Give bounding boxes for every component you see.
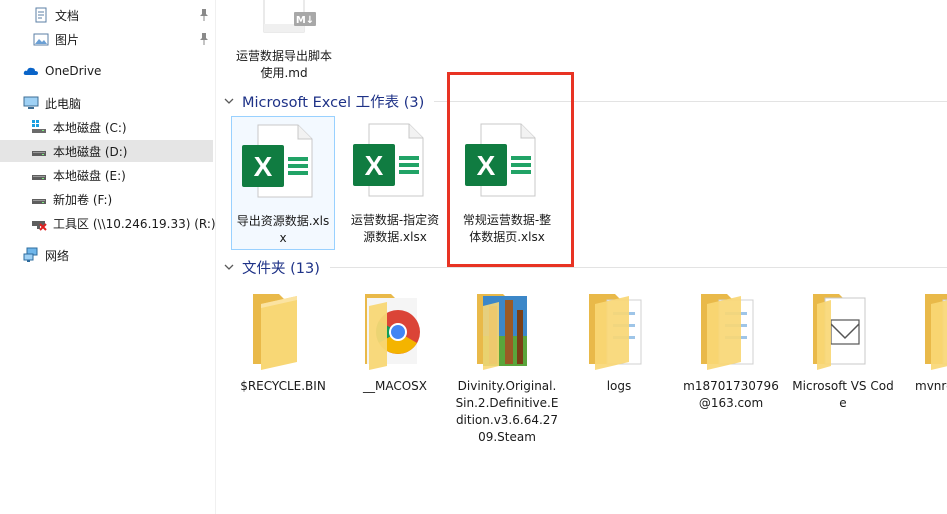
folder-icon (253, 294, 297, 370)
excel-file-icon: X (242, 124, 313, 198)
folder-item[interactable]: mvnre (903, 284, 947, 454)
drive-icon (32, 175, 46, 180)
folder-name: __MACOSX (362, 379, 427, 393)
sidebar-item-drive-d[interactable]: 本地磁盘 (D:) (0, 140, 213, 162)
folder-vscode-icon (813, 294, 866, 370)
excel-file-icon: X (353, 123, 424, 197)
chevron-down-icon[interactable] (223, 261, 235, 273)
folder-item[interactable]: __MACOSX (343, 284, 447, 454)
chevron-down-icon[interactable] (223, 95, 235, 107)
group-title: 文件夹 (13) (242, 260, 320, 277)
sidebar-item-this-pc[interactable]: 此电脑 (0, 92, 213, 114)
drive-icon (32, 199, 46, 204)
folder-name: $RECYCLE.BIN (240, 379, 326, 393)
folder-name: logs (606, 379, 632, 393)
file-item[interactable]: M↓ 运营数据导出脚本使用.md (232, 0, 336, 84)
file-name: 导出资源数据.xlsx (236, 214, 330, 245)
folder-item[interactable]: logs (567, 284, 671, 454)
sidebar-item-label: OneDrive (45, 64, 102, 78)
navigation-pane: 文档 图片 OneDrive 此电脑 本地磁盘 (C:) 本地磁盘 (D:) 本… (0, 0, 216, 514)
file-name: 运营数据-指定资源数据.xlsx (350, 213, 440, 244)
network-drive-disconnected-icon (32, 221, 47, 231)
excel-file-item[interactable]: X 导出资源数据.xlsx (231, 116, 335, 250)
markdown-file-icon: M↓ (263, 0, 316, 33)
folder-chrome-icon (365, 294, 420, 370)
excel-file-item[interactable]: X 运营数据-指定资源数据.xlsx (343, 116, 447, 248)
folder-documents-icon (701, 294, 754, 370)
svg-text:M↓: M↓ (296, 15, 314, 26)
sidebar-item-label: 本地磁盘 (E:) (53, 168, 126, 183)
network-icon (23, 247, 38, 262)
sidebar-item-label: 文档 (55, 8, 80, 23)
pin-icon[interactable] (198, 8, 210, 22)
folder-item[interactable]: m18701730796@163.com (679, 284, 783, 454)
folder-item[interactable]: Microsoft VS Code (791, 284, 895, 454)
highlight-annotation-box (447, 72, 574, 267)
svg-text:X: X (365, 150, 384, 181)
group-header-excel[interactable]: Microsoft Excel 工作表 (3) (216, 90, 947, 112)
sidebar-item-documents[interactable]: 文档 (0, 4, 213, 26)
folder-documents-icon (589, 294, 642, 370)
sidebar-item-drive-f[interactable]: 新加卷 (F:) (0, 188, 213, 210)
sidebar-item-drive-c[interactable]: 本地磁盘 (C:) (0, 116, 213, 138)
folder-name: Microsoft VS Code (792, 379, 894, 410)
sidebar-item-label: 工具区 (\\10.246.19.33) (R:) (53, 216, 216, 231)
file-name: 运营数据导出脚本使用.md (235, 49, 332, 80)
file-view: M↓ 运营数据导出脚本使用.md Microsoft Excel 工作表 (3)… (216, 0, 947, 514)
documents-icon (35, 7, 47, 23)
sidebar-item-label: 本地磁盘 (C:) (53, 120, 127, 135)
sidebar-item-network[interactable]: 网络 (0, 244, 213, 266)
sidebar-item-label: 本地磁盘 (D:) (53, 144, 128, 159)
folder-item[interactable]: $RECYCLE.BIN (231, 284, 335, 454)
sidebar-item-label: 网络 (45, 248, 70, 263)
drive-icon (32, 151, 46, 156)
group-divider (329, 266, 947, 268)
group-title: Microsoft Excel 工作表 (3) (242, 94, 425, 111)
sidebar-item-drive-r[interactable]: 工具区 (\\10.246.19.33) (R:) (0, 212, 216, 234)
svg-text:X: X (254, 151, 273, 182)
folder-name: mvnre (915, 379, 947, 393)
this-pc-icon (23, 96, 39, 109)
sidebar-item-label: 此电脑 (45, 96, 82, 111)
sidebar-item-drive-e[interactable]: 本地磁盘 (E:) (0, 164, 213, 186)
group-header-folders[interactable]: 文件夹 (13) (216, 256, 947, 278)
pictures-icon (33, 33, 49, 46)
pin-icon[interactable] (198, 32, 210, 46)
folder-documents-icon (925, 294, 947, 370)
sidebar-item-label: 新加卷 (F:) (53, 192, 113, 207)
folder-name: m18701730796@163.com (683, 379, 779, 410)
sidebar-item-label: 图片 (55, 32, 80, 47)
windows-drive-icon (32, 120, 46, 133)
folder-item[interactable]: Divinity.Original.Sin.2.Definitive.Editi… (455, 284, 559, 454)
sidebar-item-pictures[interactable]: 图片 (0, 28, 213, 50)
sidebar-item-onedrive[interactable]: OneDrive (0, 60, 213, 82)
folder-name: Divinity.Original.Sin.2.Definitive.Editi… (455, 379, 559, 444)
onedrive-cloud-icon (23, 67, 38, 75)
folder-winrar-icon (477, 294, 527, 370)
